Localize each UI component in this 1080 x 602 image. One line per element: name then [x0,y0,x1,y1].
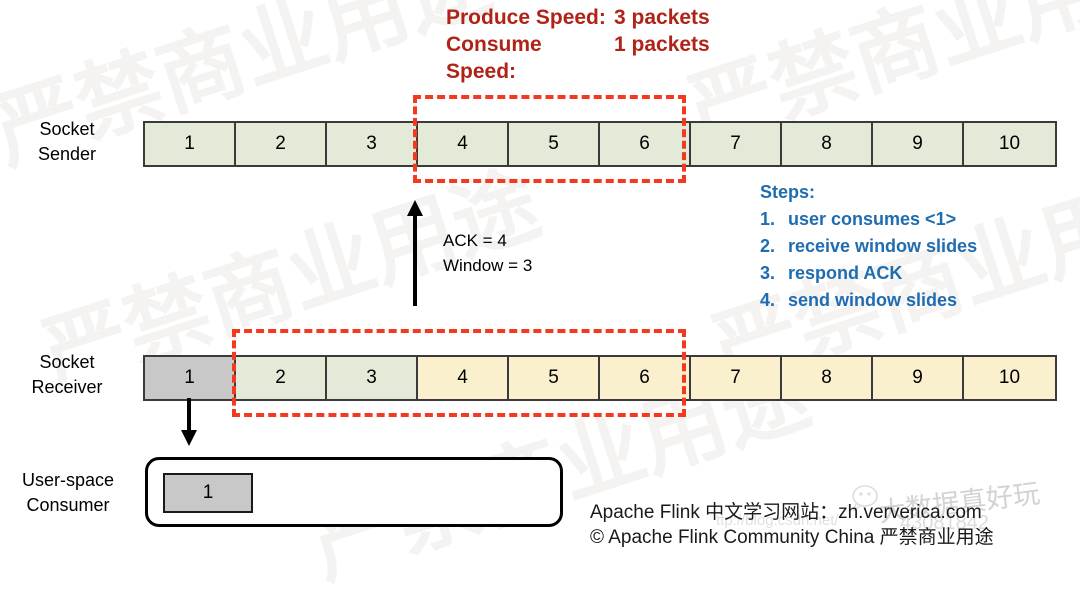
ack-arrow-icon [407,200,423,306]
speed-summary: Produce Speed: 3 packets Consume Speed: … [446,4,710,85]
receiver-packet-cell: 6 [600,357,691,399]
consume-speed-row: Consume Speed: 1 packets [446,31,710,85]
receiver-packet-cell: 4 [418,357,509,399]
receiver-packet-cell: 10 [964,357,1055,399]
steps-panel: Steps: 1. user consumes <1> 2. receive wind… [760,182,977,314]
consumed-packet-cell: 1 [163,473,253,513]
socket-receiver-label-line2: Receiver [31,377,103,397]
sender-packet-cell: 7 [691,123,782,165]
footer-line-1: Apache Flink 中文学习网站：zh.ververica.com [590,502,982,523]
sender-packet-cell: 8 [782,123,873,165]
sender-packet-cell: 1 [145,123,236,165]
consume-arrow-icon [181,398,197,446]
ack-value-line: ACK = 4 [443,231,507,250]
socket-receiver-buffer: 1 2 3 4 5 6 7 8 9 10 [143,355,1057,401]
step-text: user consumes <1> [788,209,957,229]
user-space-consumer-box: 1 [145,457,563,527]
sender-packet-cell: 2 [236,123,327,165]
footer-line-2: © Apache Flink Community China 严禁商业用途 [590,527,994,548]
receiver-packet-cell: 3 [327,357,418,399]
step-text: receive window slides [788,236,978,256]
sender-packet-cell: 6 [600,123,691,165]
step-number: 2. [760,236,776,256]
socket-receiver-label-line1: Socket [39,352,95,372]
step-text: respond ACK [788,263,903,283]
user-space-consumer-label-line2: Consumer [26,495,110,515]
receiver-packet-cell: 2 [236,357,327,399]
user-space-consumer-label: User-space Consumer [0,468,138,518]
step-item: 3. respond ACK [760,260,977,287]
receiver-packet-cell: 7 [691,357,782,399]
receiver-packet-cell: 8 [782,357,873,399]
receiver-packet-cell: 5 [509,357,600,399]
socket-sender-buffer: 1 2 3 4 5 6 7 8 9 10 [143,121,1057,167]
step-number: 3. [760,263,776,283]
step-number: 1. [760,209,776,229]
produce-speed-label: Produce Speed: [446,6,606,29]
receiver-packet-cell: 9 [873,357,964,399]
footer: Apache Flink 中文学习网站：zh.ververica.com © A… [590,500,994,550]
step-number: 4. [760,290,776,310]
socket-sender-label-line2: Sender [37,144,97,164]
socket-receiver-label: Socket Receiver [2,350,132,400]
steps-title: Steps: [760,182,816,202]
sender-packet-cell: 10 [964,123,1055,165]
step-item: 4. send window slides [760,287,977,314]
sender-packet-cell: 5 [509,123,600,165]
step-item: 2. receive window slides [760,233,977,260]
step-item: 1. user consumes <1> [760,206,977,233]
receiver-packet-cell: 1 [145,357,236,399]
consume-speed-label: Consume Speed: [446,33,542,83]
user-space-consumer-label-line1: User-space [21,470,115,490]
produce-speed-row: Produce Speed: 3 packets [446,4,710,31]
sender-packet-cell: 9 [873,123,964,165]
ack-annotation: ACK = 4 Window = 3 [443,228,532,278]
steps-list: 1. user consumes <1> 2. receive window slid… [760,206,977,314]
socket-sender-label-line1: Socket [39,119,95,139]
produce-speed-value: 3 packets [614,6,710,29]
sender-packet-cell: 3 [327,123,418,165]
step-text: send window slides [788,290,958,310]
ack-window-line: Window = 3 [443,256,533,275]
sender-packet-cell: 4 [418,123,509,165]
socket-sender-label: Socket Sender [2,117,132,167]
consume-speed-value: 1 packets [614,33,710,56]
